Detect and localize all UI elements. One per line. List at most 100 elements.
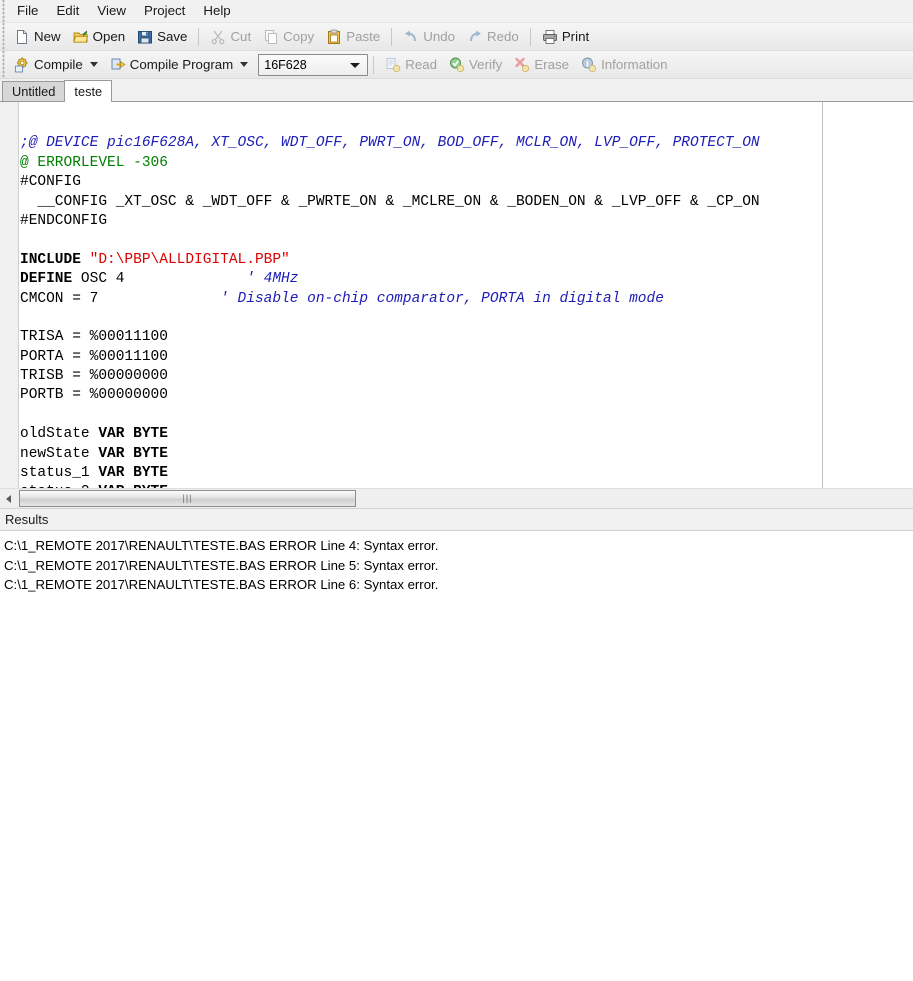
code-token: OSC 4 bbox=[81, 271, 246, 287]
file-toolbar-grip[interactable] bbox=[0, 23, 8, 50]
cut-button-label: Cut bbox=[230, 29, 251, 44]
verify-button[interactable]: Verify bbox=[443, 53, 508, 77]
paste-button[interactable]: Paste bbox=[320, 25, 386, 49]
paste-button-label: Paste bbox=[346, 29, 380, 44]
results-output[interactable]: C:\1_REMOTE 2017\RENAULT\TESTE.BAS ERROR… bbox=[0, 531, 913, 981]
code-line: oldState VAR BYTE bbox=[20, 425, 913, 444]
chevron-down-icon bbox=[90, 62, 98, 67]
chevron-down-icon bbox=[350, 63, 360, 68]
erase-x-icon bbox=[514, 57, 530, 73]
compile-program-button-label: Compile Program bbox=[130, 57, 233, 72]
code-token: VAR BYTE bbox=[98, 446, 168, 462]
code-token: @ ERRORLEVEL -306 bbox=[20, 155, 168, 171]
code-token: oldState bbox=[20, 426, 98, 442]
compile-program-button[interactable]: Compile Program bbox=[104, 53, 254, 77]
menu-item-file[interactable]: File bbox=[8, 1, 47, 22]
pbp-ide-window: File Edit View Project Help New Open Sav… bbox=[0, 0, 913, 981]
code-token: __CONFIG _XT_OSC & _WDT_OFF & _PWRTE_ON … bbox=[20, 194, 760, 210]
scrollbar-grip-icon: ||| bbox=[182, 494, 192, 503]
menu-item-help[interactable]: Help bbox=[194, 1, 239, 22]
code-line: CMCON = 7 ' Disable on-chip comparator, … bbox=[20, 290, 913, 309]
code-line bbox=[20, 309, 913, 328]
code-line: __CONFIG _XT_OSC & _WDT_OFF & _PWRTE_ON … bbox=[20, 193, 913, 212]
editor-gutter bbox=[0, 102, 19, 488]
undo-arrow-icon bbox=[403, 29, 419, 45]
scrollbar-track[interactable]: ||| bbox=[17, 490, 913, 507]
device-select[interactable]: 16F628 bbox=[258, 54, 368, 76]
chevron-down-icon bbox=[240, 62, 248, 67]
erase-button[interactable]: Erase bbox=[508, 53, 575, 77]
scissors-icon bbox=[210, 29, 226, 45]
code-line: @ ERRORLEVEL -306 bbox=[20, 154, 913, 173]
results-line: C:\1_REMOTE 2017\RENAULT\TESTE.BAS ERROR… bbox=[4, 536, 913, 556]
printer-icon bbox=[542, 29, 558, 45]
results-line: C:\1_REMOTE 2017\RENAULT\TESTE.BAS ERROR… bbox=[4, 575, 913, 595]
editor-tab-strip: Untitled teste bbox=[0, 79, 913, 102]
code-token: status_1 bbox=[20, 465, 98, 481]
code-token: PORTA = %00011100 bbox=[20, 349, 168, 365]
redo-button[interactable]: Redo bbox=[461, 25, 525, 49]
menu-item-edit[interactable]: Edit bbox=[47, 1, 88, 22]
undo-button-label: Undo bbox=[423, 29, 455, 44]
editor-horizontal-scrollbar[interactable]: ||| bbox=[0, 488, 913, 508]
results-title: Results bbox=[5, 512, 48, 527]
code-line bbox=[20, 115, 913, 134]
tab-untitled[interactable]: Untitled bbox=[2, 81, 65, 101]
cut-button[interactable]: Cut bbox=[204, 25, 257, 49]
open-folder-icon bbox=[73, 29, 89, 45]
code-token: ' 4MHz bbox=[246, 271, 298, 287]
menu-bar-grip[interactable] bbox=[0, 0, 8, 22]
redo-arrow-icon bbox=[467, 29, 483, 45]
code-token: #CONFIG bbox=[20, 174, 81, 190]
read-button[interactable]: Read bbox=[379, 53, 443, 77]
file-toolbar: New Open Save Cut Copy bbox=[0, 23, 913, 51]
code-line: TRISB = %00000000 bbox=[20, 367, 913, 386]
save-button[interactable]: Save bbox=[131, 25, 193, 49]
code-token: VAR BYTE bbox=[98, 465, 168, 481]
code-line bbox=[20, 231, 913, 250]
code-token: PORTB = %00000000 bbox=[20, 387, 168, 403]
information-icon bbox=[581, 57, 597, 73]
scrollbar-thumb[interactable]: ||| bbox=[19, 490, 356, 507]
copy-icon bbox=[263, 29, 279, 45]
information-button[interactable]: Information bbox=[575, 53, 674, 77]
triangle-left-icon bbox=[6, 495, 11, 503]
code-token: ;@ DEVICE pic16F628A, XT_OSC, WDT_OFF, P… bbox=[20, 135, 760, 151]
undo-button[interactable]: Undo bbox=[397, 25, 461, 49]
compile-toolbar: Compile Compile Program 16F628 Read bbox=[0, 51, 913, 79]
compile-toolbar-grip[interactable] bbox=[0, 51, 8, 78]
code-token: TRISA = %00011100 bbox=[20, 329, 168, 345]
tab-teste[interactable]: teste bbox=[64, 80, 112, 102]
code-token: TRISB = %00000000 bbox=[20, 368, 168, 384]
open-button[interactable]: Open bbox=[67, 25, 132, 49]
verify-check-icon bbox=[449, 57, 465, 73]
redo-button-label: Redo bbox=[487, 29, 519, 44]
toolbar-separator-2 bbox=[391, 28, 392, 46]
new-document-icon bbox=[14, 29, 30, 45]
compile-program-icon bbox=[110, 57, 126, 73]
code-token: CMCON = 7 bbox=[20, 291, 220, 307]
compile-gear-icon bbox=[14, 57, 30, 73]
code-line: INCLUDE "D:\PBP\ALLDIGITAL.PBP" bbox=[20, 251, 913, 270]
code-line: TRISA = %00011100 bbox=[20, 328, 913, 347]
code-token: newState bbox=[20, 446, 98, 462]
menu-item-project[interactable]: Project bbox=[135, 1, 194, 22]
code-line: #CONFIG bbox=[20, 173, 913, 192]
new-button[interactable]: New bbox=[8, 25, 67, 49]
copy-button-label: Copy bbox=[283, 29, 314, 44]
read-button-label: Read bbox=[405, 57, 437, 72]
verify-button-label: Verify bbox=[469, 57, 502, 72]
compile-button[interactable]: Compile bbox=[8, 53, 104, 77]
code-editor[interactable]: ;@ DEVICE pic16F628A, XT_OSC, WDT_OFF, P… bbox=[0, 102, 913, 488]
scroll-left-button[interactable] bbox=[0, 490, 17, 507]
copy-button[interactable]: Copy bbox=[257, 25, 320, 49]
code-line: status_1 VAR BYTE bbox=[20, 464, 913, 483]
menu-bar: File Edit View Project Help bbox=[0, 0, 913, 23]
menu-item-view[interactable]: View bbox=[88, 1, 135, 22]
print-button[interactable]: Print bbox=[536, 25, 595, 49]
code-text[interactable]: ;@ DEVICE pic16F628A, XT_OSC, WDT_OFF, P… bbox=[20, 102, 913, 488]
open-button-label: Open bbox=[93, 29, 126, 44]
toolbar-separator-1 bbox=[198, 28, 199, 46]
erase-button-label: Erase bbox=[534, 57, 569, 72]
device-select-value: 16F628 bbox=[264, 58, 306, 72]
